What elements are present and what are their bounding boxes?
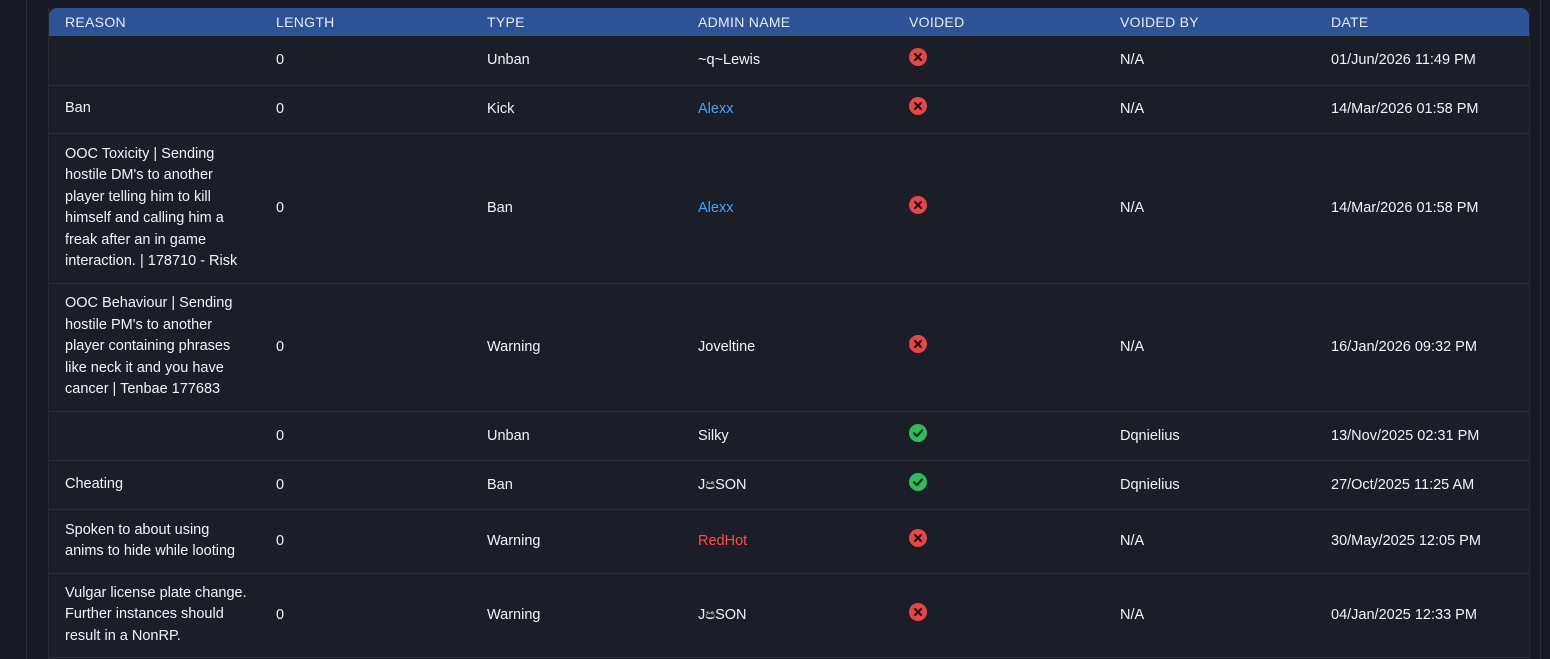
column-header-date[interactable]: DATE xyxy=(1315,8,1529,36)
punishment-table-container: REASON LENGTH TYPE ADMIN NAME VOIDED VOI… xyxy=(48,8,1530,659)
admin-name: Silky xyxy=(698,427,729,444)
cell-voided-by: N/A xyxy=(1104,36,1315,86)
cell-admin-name: Joveltine xyxy=(682,283,893,412)
cell-voided xyxy=(893,460,1104,510)
punishment-table: REASON LENGTH TYPE ADMIN NAME VOIDED VOI… xyxy=(49,8,1529,658)
cell-voided xyxy=(893,85,1104,134)
table-header-row: REASON LENGTH TYPE ADMIN NAME VOIDED VOI… xyxy=(49,8,1529,36)
cell-voided-by: N/A xyxy=(1104,133,1315,284)
column-header-reason[interactable]: REASON xyxy=(49,8,260,36)
cell-reason: OOC Toxicity | Sending hostile DM's to a… xyxy=(49,133,260,284)
admin-name: ~q~Lewis xyxy=(698,52,761,69)
x-circle-icon xyxy=(909,335,927,353)
cell-reason: Ban xyxy=(49,85,260,134)
table-row[interactable]: 0 Unban ~q~Lewis N/A 01/Jun/2026 11:49 PM xyxy=(49,36,1529,86)
cell-date: 14/Mar/2026 01:58 PM xyxy=(1315,133,1529,284)
cell-admin-name: Silky xyxy=(682,411,893,461)
cell-length: 0 xyxy=(260,509,471,574)
column-header-voided-by[interactable]: VOIDED BY xyxy=(1104,8,1315,36)
cell-date: 27/Oct/2025 11:25 AM xyxy=(1315,460,1529,510)
cell-admin-name: JපSON xyxy=(682,573,893,658)
cell-type: Kick xyxy=(471,85,682,134)
table-row[interactable]: Cheating 0 Ban JපSON Dqnielius 27/Oct/2025 11… xyxy=(49,460,1529,510)
punishment-history-page: REASON LENGTH TYPE ADMIN NAME VOIDED VOI… xyxy=(0,0,1550,659)
cell-type: Unban xyxy=(471,411,682,461)
cell-admin-name: JපSON xyxy=(682,460,893,510)
cell-voided xyxy=(893,133,1104,284)
x-circle-icon xyxy=(909,48,927,67)
cell-voided-by: N/A xyxy=(1104,283,1315,412)
cell-length: 0 xyxy=(260,573,471,658)
cell-reason xyxy=(49,36,260,86)
cell-admin-name: ~q~Lewis xyxy=(682,36,893,86)
cell-reason: OOC Behaviour | Sending hostile PM's to … xyxy=(49,283,260,412)
panel-border-left xyxy=(26,0,27,659)
admin-name: JපSON xyxy=(698,476,747,493)
cell-voided-by: Dqnielius xyxy=(1104,460,1315,510)
cell-voided-by: N/A xyxy=(1104,509,1315,574)
table-row[interactable]: OOC Behaviour | Sending hostile PM's to … xyxy=(49,283,1529,412)
cell-type: Warning xyxy=(471,283,682,412)
cell-reason: Spoken to about using anims to hide whil… xyxy=(49,509,260,574)
cell-reason: Cheating xyxy=(49,460,260,510)
check-circle-icon xyxy=(909,472,927,491)
cell-length: 0 xyxy=(260,133,471,284)
cell-length: 0 xyxy=(260,36,471,86)
x-circle-icon xyxy=(909,603,927,621)
table-row[interactable]: OOC Toxicity | Sending hostile DM's to a… xyxy=(49,133,1529,284)
cell-type: Unban xyxy=(471,36,682,86)
table-row[interactable]: Spoken to about using anims to hide whil… xyxy=(49,509,1529,574)
cell-type: Warning xyxy=(471,573,682,658)
cell-date: 13/Nov/2025 02:31 PM xyxy=(1315,411,1529,461)
table-body: 0 Unban ~q~Lewis N/A 01/Jun/2026 11:49 PM Ban… xyxy=(49,36,1529,658)
x-circle-icon xyxy=(909,97,927,115)
table-row[interactable]: 0 Unban Silky Dqnielius 13/Nov/2025 02:31 PM xyxy=(49,411,1529,461)
admin-name[interactable]: Alexx xyxy=(698,200,733,216)
cell-length: 0 xyxy=(260,460,471,510)
cell-voided xyxy=(893,509,1104,574)
cell-admin-name: Alexx xyxy=(682,85,893,134)
column-header-type[interactable]: TYPE xyxy=(471,8,682,36)
cell-type: Warning xyxy=(471,509,682,574)
panel-border-right xyxy=(1540,0,1541,659)
table-row[interactable]: Ban 0 Kick Alexx N/A 14/Mar/2026 01:58 PM xyxy=(49,85,1529,134)
column-header-voided[interactable]: VOIDED xyxy=(893,8,1104,36)
cell-voided xyxy=(893,573,1104,658)
check-circle-icon xyxy=(909,423,927,442)
cell-length: 0 xyxy=(260,85,471,134)
cell-date: 30/May/2025 12:05 PM xyxy=(1315,509,1529,574)
cell-date: 16/Jan/2026 09:32 PM xyxy=(1315,283,1529,412)
admin-name[interactable]: Alexx xyxy=(698,101,733,117)
cell-voided-by: N/A xyxy=(1104,85,1315,134)
cell-length: 0 xyxy=(260,283,471,412)
column-header-length[interactable]: LENGTH xyxy=(260,8,471,36)
cell-type: Ban xyxy=(471,460,682,510)
x-circle-icon xyxy=(909,196,927,214)
cell-type: Ban xyxy=(471,133,682,284)
admin-name: Joveltine xyxy=(698,339,756,355)
x-circle-icon xyxy=(909,529,927,547)
cell-date: 04/Jan/2025 12:33 PM xyxy=(1315,573,1529,658)
cell-voided-by: Dqnielius xyxy=(1104,411,1315,461)
cell-date: 01/Jun/2026 11:49 PM xyxy=(1315,36,1529,86)
column-header-admin-name[interactable]: ADMIN NAME xyxy=(682,8,893,36)
cell-voided xyxy=(893,36,1104,86)
admin-name: JපSON xyxy=(698,607,747,623)
cell-length: 0 xyxy=(260,411,471,461)
cell-reason: Vulgar license plate change. Further ins… xyxy=(49,573,260,658)
cell-voided xyxy=(893,411,1104,461)
cell-voided-by: N/A xyxy=(1104,573,1315,658)
admin-name[interactable]: RedHot xyxy=(698,533,747,549)
cell-admin-name: Alexx xyxy=(682,133,893,284)
cell-reason xyxy=(49,411,260,461)
cell-date: 14/Mar/2026 01:58 PM xyxy=(1315,85,1529,134)
cell-admin-name: RedHot xyxy=(682,509,893,574)
table-row[interactable]: Vulgar license plate change. Further ins… xyxy=(49,573,1529,658)
cell-voided xyxy=(893,283,1104,412)
